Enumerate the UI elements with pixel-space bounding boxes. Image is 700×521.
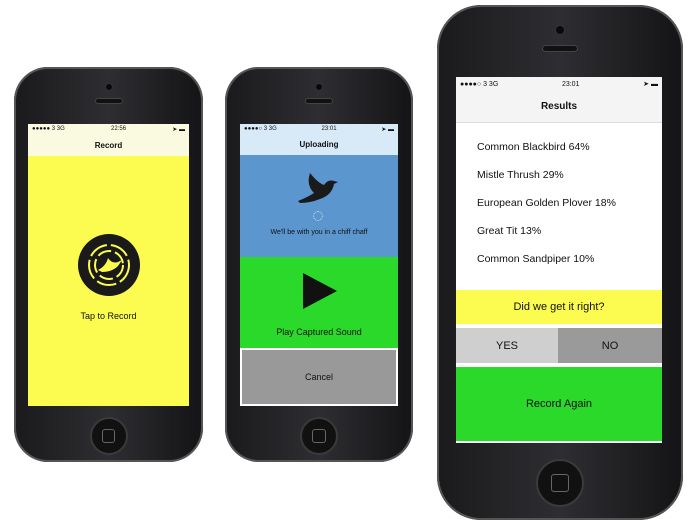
phone-uploading: ●●●●○ 3 3G 23:01 ➤ ▬ Uploading We'll be …	[225, 67, 413, 462]
phone-results: ●●●●○ 3 3G 23:01 ➤ ▬ Results Common Blac…	[437, 5, 683, 520]
front-camera	[104, 83, 113, 91]
record-button[interactable]	[78, 234, 140, 296]
home-button[interactable]	[536, 459, 584, 507]
carrier: ●●●●○ 3 3G	[244, 126, 277, 132]
phone-record: ●●●●● 3 3G 22:56 ➤ ▬ Record Tap to Recor…	[14, 67, 203, 462]
nav-bar: Results	[456, 91, 662, 123]
nav-title: Results	[540, 101, 578, 112]
question-banner: Did we get it right?	[456, 290, 662, 324]
result-item[interactable]: European Golden Plover 18%	[477, 189, 616, 217]
yes-label: YES	[495, 339, 518, 352]
clock: 23:01	[321, 126, 337, 132]
cancel-label: Cancel	[304, 372, 333, 382]
nav-bar: Uploading	[240, 134, 398, 155]
record-label: Tap to Record	[80, 311, 137, 321]
front-camera	[555, 25, 565, 35]
bird-icon	[298, 173, 338, 203]
play-label: Play Captured Sound	[276, 327, 362, 337]
nav-title: Uploading	[299, 140, 339, 149]
results-list: Common Blackbird 64% Mistle Thrush 29% E…	[477, 133, 616, 273]
carrier: ●●●●● 3 3G	[32, 126, 65, 132]
screen: ●●●●○ 3 3G 23:01 ➤ ▬ Uploading We'll be …	[240, 124, 398, 406]
cancel-button[interactable]: Cancel	[240, 348, 398, 406]
question-text: Did we get it right?	[513, 301, 605, 313]
screen: ●●●●● 3 3G 22:56 ➤ ▬ Record Tap to Recor…	[28, 124, 189, 406]
record-again-button[interactable]: Record Again	[456, 367, 662, 441]
status-bar: ●●●●● 3 3G 22:56 ➤ ▬	[28, 124, 189, 134]
loading-spinner	[313, 211, 323, 221]
status-bar: ●●●●○ 3 3G 23:01 ➤ ▬	[456, 77, 662, 91]
yes-button[interactable]: YES	[456, 328, 558, 363]
play-button[interactable]: Play Captured Sound	[240, 257, 398, 348]
result-item[interactable]: Common Blackbird 64%	[477, 133, 616, 161]
result-item[interactable]: Common Sandpiper 10%	[477, 245, 616, 273]
battery-icon: ➤ ▬	[381, 126, 394, 133]
result-item[interactable]: Great Tit 13%	[477, 217, 616, 245]
status-bar: ●●●●○ 3 3G 23:01 ➤ ▬	[240, 124, 398, 134]
speaker	[305, 98, 333, 104]
result-item[interactable]: Mistle Thrush 29%	[477, 161, 616, 189]
nav-bar: Record	[28, 134, 189, 156]
front-camera	[315, 83, 323, 91]
upload-panel: We'll be with you in a chiff chaff	[240, 155, 398, 257]
speaker	[94, 98, 123, 104]
record-again-label: Record Again	[525, 398, 593, 410]
battery-icon: ➤ ▬	[172, 126, 185, 133]
screen: ●●●●○ 3 3G 23:01 ➤ ▬ Results Common Blac…	[456, 77, 662, 443]
battery-icon: ➤ ▬	[643, 81, 658, 88]
clock: 23:01	[561, 80, 580, 88]
play-icon	[303, 273, 337, 309]
bird-record-icon	[88, 244, 130, 286]
clock: 22:56	[111, 126, 127, 132]
home-button[interactable]	[300, 417, 338, 455]
nav-title: Record	[94, 140, 123, 150]
no-label: NO	[601, 339, 619, 352]
home-button[interactable]	[89, 417, 128, 455]
carrier: ●●●●○ 3 3G	[460, 80, 499, 88]
speaker	[542, 45, 578, 52]
no-button[interactable]: NO	[558, 328, 662, 363]
wait-text: We'll be with you in a chiff chaff	[270, 229, 368, 236]
